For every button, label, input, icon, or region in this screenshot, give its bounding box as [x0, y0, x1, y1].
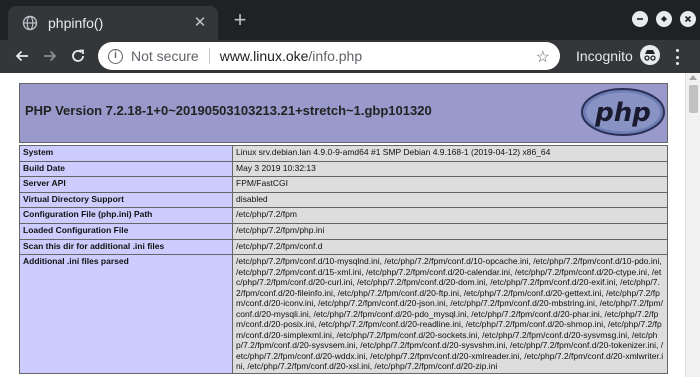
url-path: /info.php: [308, 48, 363, 64]
row-value: Linux srv.debian.lan 4.9.0-9-amd64 #1 SM…: [232, 145, 668, 162]
menu-dots-icon[interactable]: [670, 47, 684, 67]
table-row: Configuration File (php.ini) Path /etc/p…: [19, 207, 668, 224]
table-row: Virtual Directory Support disabled: [19, 191, 668, 209]
tab-strip: phpinfo() ✕ +: [0, 0, 700, 40]
page-scrollbar[interactable]: [685, 73, 700, 377]
maximize-icon[interactable]: [656, 11, 672, 27]
tab-close-icon[interactable]: ✕: [192, 15, 208, 31]
row-value: /etc/php/7.2/fpm/conf.d/10-mysqlnd.ini, …: [232, 254, 668, 374]
php-version-title: PHP Version 7.2.18-1+0~20190503103213.21…: [25, 103, 432, 118]
table-row: System Linux srv.debian.lan 4.9.0-9-amd6…: [19, 145, 668, 162]
row-key: Server API: [19, 176, 233, 193]
scroll-thumb[interactable]: [689, 85, 698, 113]
not-secure-label: Not secure: [131, 48, 199, 64]
scroll-up-icon[interactable]: [689, 75, 697, 80]
page-viewport: PHP Version 7.2.18-1+0~20190503103213.21…: [0, 73, 700, 377]
svg-text:php: php: [594, 98, 651, 128]
row-key: Additional .ini files parsed: [19, 254, 233, 374]
php-info-table: System Linux srv.debian.lan 4.9.0-9-amd6…: [19, 145, 668, 374]
tab-title: phpinfo(): [48, 15, 104, 31]
address-bar[interactable]: i Not secure www.linux.oke/info.php ☆: [98, 42, 560, 70]
row-value: /etc/php/7.2/fpm: [232, 207, 668, 224]
table-row: Scan this dir for additional .ini files …: [19, 238, 668, 256]
close-window-icon[interactable]: [680, 11, 696, 27]
row-key: Virtual Directory Support: [19, 191, 233, 209]
star-icon[interactable]: ☆: [536, 47, 550, 67]
url-host: www.linux.oke: [219, 48, 309, 64]
row-value: /etc/php/7.2/fpm/php.ini: [232, 222, 668, 240]
tab-phpinfo[interactable]: phpinfo() ✕: [8, 6, 218, 40]
forward-arrow-icon[interactable]: [38, 44, 62, 68]
separator: [208, 48, 210, 64]
incognito-label: Incognito: [576, 48, 633, 64]
table-row: Build Date May 3 2019 10:32:13: [19, 160, 668, 178]
minimize-icon[interactable]: [632, 11, 648, 27]
globe-icon: [22, 15, 38, 31]
row-value: /etc/php/7.2/fpm/conf.d: [232, 238, 668, 256]
row-key: System: [19, 145, 233, 162]
info-icon[interactable]: i: [108, 48, 123, 64]
browser-toolbar: i Not secure www.linux.oke/info.php ☆ In…: [0, 40, 700, 73]
reload-icon[interactable]: [66, 44, 90, 68]
row-key: Scan this dir for additional .ini files: [19, 238, 233, 256]
back-arrow-icon[interactable]: [10, 44, 34, 68]
row-value: FPM/FastCGI: [232, 176, 668, 193]
php-version-header: PHP Version 7.2.18-1+0~20190503103213.21…: [19, 83, 668, 143]
row-value: disabled: [232, 191, 668, 209]
table-row: Server API FPM/FastCGI: [19, 176, 668, 193]
row-value: May 3 2019 10:32:13: [232, 160, 668, 178]
incognito-icon[interactable]: [640, 45, 660, 65]
row-key: Loaded Configuration File: [19, 222, 233, 240]
table-row: Loaded Configuration File /etc/php/7.2/f…: [19, 222, 668, 240]
php-logo: php: [581, 88, 665, 136]
new-tab-button[interactable]: +: [230, 9, 250, 31]
row-key: Configuration File (php.ini) Path: [19, 207, 233, 224]
table-row: Additional .ini files parsed /etc/php/7.…: [19, 254, 668, 374]
row-key: Build Date: [19, 160, 233, 178]
